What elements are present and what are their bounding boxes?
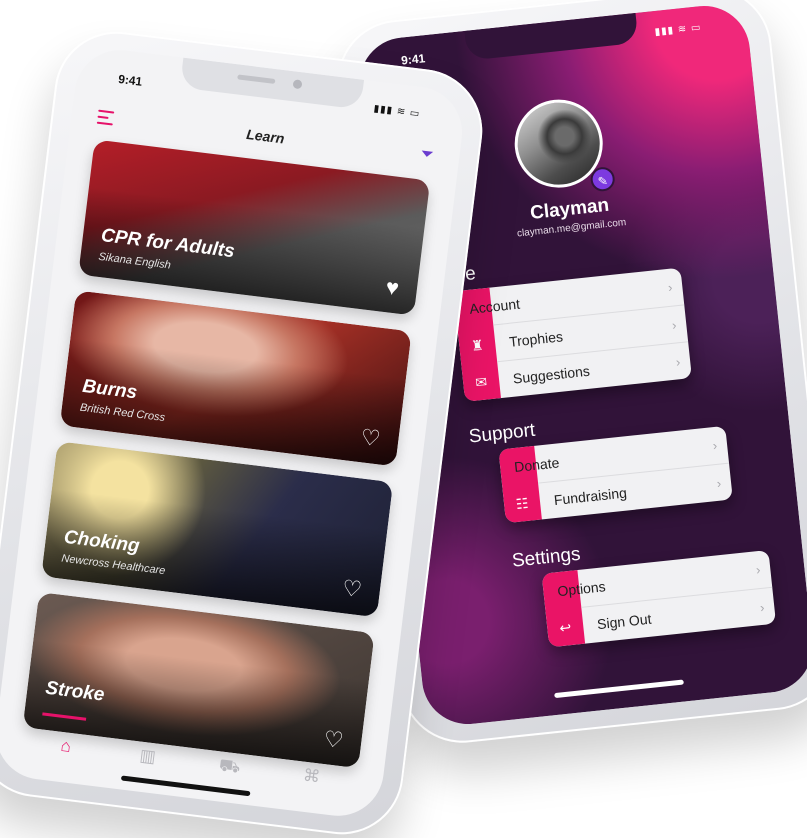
- status-icons: ▮▮▮ ≋ ▭: [654, 22, 702, 38]
- learn-screen: 9:41 ▮▮▮ ≋ ▭ Learn ⏷ CPR for Adults Sika…: [0, 44, 468, 822]
- menu-item-label: Suggestions: [512, 362, 591, 387]
- chevron-right-icon: ›: [759, 599, 766, 615]
- status-icons: ▮▮▮ ≋ ▭: [373, 103, 421, 120]
- home-indicator[interactable]: [554, 679, 684, 699]
- hospital-tab-icon[interactable]: ⌂: [50, 735, 81, 762]
- course-card-cpr[interactable]: CPR for Adults Sikana English ♥: [78, 139, 431, 316]
- phone-notch: [179, 57, 365, 110]
- chevron-right-icon: ›: [712, 437, 718, 454]
- chevron-right-icon: ›: [671, 316, 678, 333]
- course-card-choking[interactable]: Choking Newcross Healthcare ♡: [41, 441, 394, 618]
- filter-icon[interactable]: ⏷: [419, 145, 435, 164]
- menu-item-label: Fundraising: [553, 484, 628, 509]
- status-time: 9:41: [117, 71, 144, 89]
- section-title-support: Support: [467, 419, 537, 448]
- section-title-settings: Settings: [511, 543, 582, 572]
- heart-outline-icon[interactable]: ♡: [322, 726, 345, 753]
- camera-icon: [292, 79, 303, 90]
- profile-card: ▤ Account › ♜ Trophies › ✉ Suggestions ›: [453, 267, 692, 402]
- ambulance-tab-icon[interactable]: ⛟: [214, 755, 245, 782]
- heart-filled-icon[interactable]: ♥: [384, 274, 400, 300]
- menu-item-label: Sign Out: [596, 610, 653, 633]
- chevron-right-icon: ›: [755, 561, 762, 578]
- chevron-right-icon: ›: [715, 475, 722, 491]
- phone-notch: [464, 12, 639, 61]
- clipboard-tab-icon[interactable]: ▥: [132, 745, 163, 772]
- speaker-grille: [237, 74, 276, 84]
- network-tab-icon[interactable]: ⌘: [296, 765, 327, 792]
- course-card-burns[interactable]: Burns British Red Cross ♡: [59, 290, 412, 467]
- heart-outline-icon[interactable]: ♡: [341, 575, 364, 602]
- chevron-right-icon: ›: [667, 279, 674, 295]
- status-time: 9:41: [400, 51, 426, 68]
- heart-outline-icon[interactable]: ♡: [359, 424, 382, 451]
- edit-avatar-icon[interactable]: ✎: [589, 166, 616, 193]
- chevron-right-icon: ›: [675, 353, 681, 370]
